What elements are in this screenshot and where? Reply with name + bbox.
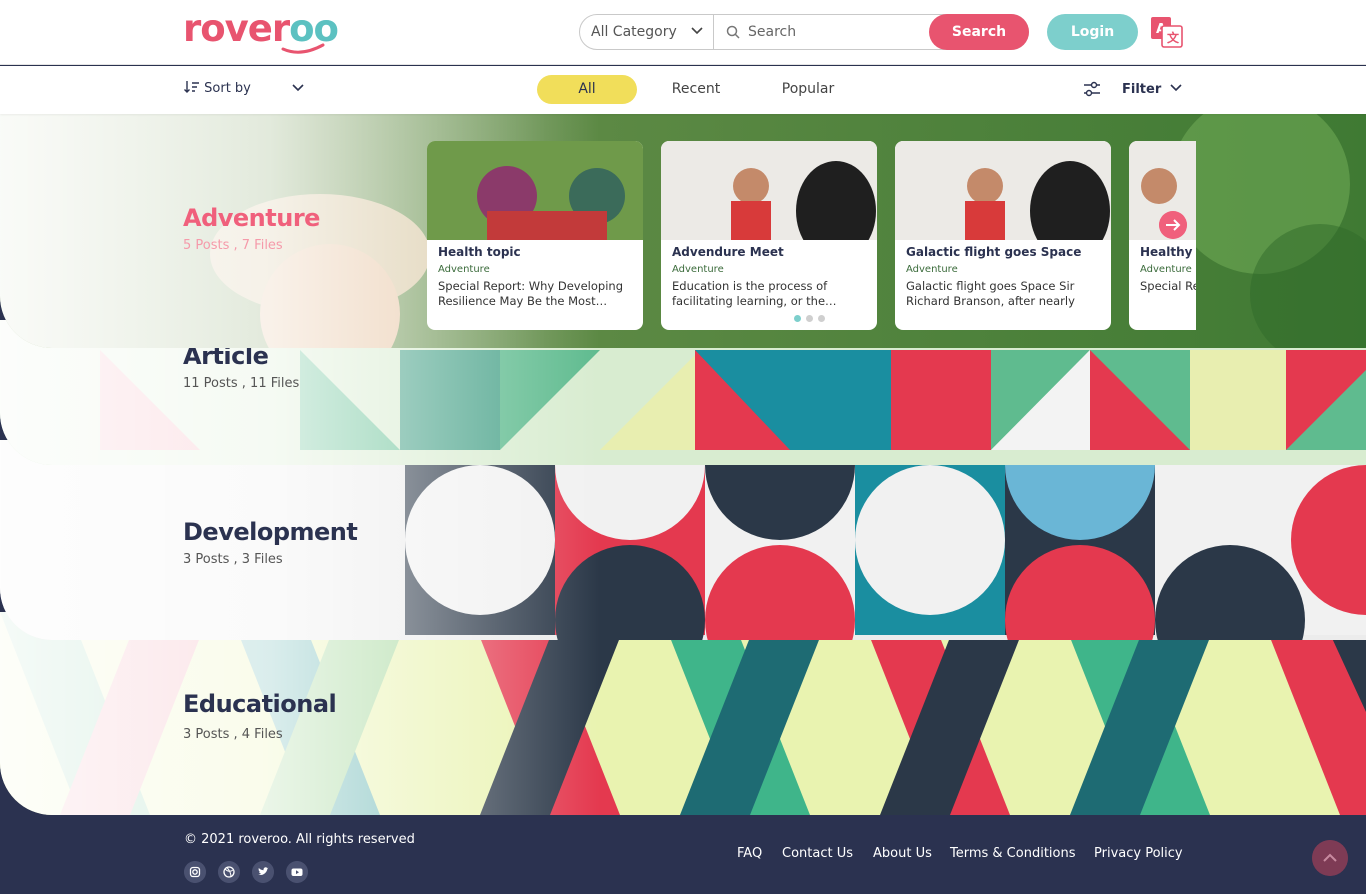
search-button[interactable]: Search bbox=[929, 14, 1029, 50]
roveroo-logo[interactable]: roveroo bbox=[183, 7, 339, 55]
youtube-icon[interactable] bbox=[286, 861, 308, 883]
twitter-icon[interactable] bbox=[252, 861, 274, 883]
sort-icon bbox=[184, 81, 199, 93]
filter-bar: Sort by All Recent Popular Filter bbox=[0, 66, 1366, 114]
filter-sliders-icon[interactable] bbox=[1083, 81, 1101, 97]
post-category-tag: Adventure bbox=[672, 264, 724, 275]
post-thumbnail bbox=[427, 141, 643, 240]
category-development[interactable]: Development 3 Posts , 3 Files bbox=[0, 440, 1366, 640]
chevron-down-icon bbox=[691, 27, 703, 35]
scroll-to-top-icon[interactable] bbox=[1312, 840, 1348, 876]
footer: © 2021 roveroo. All rights reserved FAQ … bbox=[0, 815, 1366, 894]
instagram-icon[interactable] bbox=[184, 861, 206, 883]
category-stats: 11 Posts , 11 Files bbox=[183, 376, 300, 391]
category-title: Adventure bbox=[183, 204, 320, 232]
post-thumbnail bbox=[661, 141, 877, 240]
post-description: Special Report: Resilience bbox=[1140, 279, 1196, 293]
post-card[interactable]: Healthy Life Adventure Special Report: R… bbox=[1129, 141, 1196, 330]
post-category-tag: Adventure bbox=[1140, 264, 1192, 275]
post-description: Galactic flight goes Space Sir Richard B… bbox=[906, 279, 1075, 308]
tab-popular[interactable]: Popular bbox=[768, 75, 848, 104]
category-stats: 3 Posts , 3 Files bbox=[183, 552, 283, 567]
carousel-dot[interactable] bbox=[818, 315, 825, 322]
post-title: Health topic bbox=[438, 245, 521, 259]
post-category-tag: Adventure bbox=[438, 264, 490, 275]
login-button[interactable]: Login bbox=[1047, 14, 1138, 50]
footer-link-contact[interactable]: Contact Us bbox=[782, 846, 853, 861]
footer-link-terms[interactable]: Terms & Conditions bbox=[950, 846, 1076, 861]
category-title: Development bbox=[183, 518, 358, 546]
category-select-label: All Category bbox=[591, 24, 677, 40]
chevron-down-icon bbox=[292, 84, 304, 92]
tab-all[interactable]: All bbox=[537, 75, 637, 104]
copyright-text: © 2021 roveroo. All rights reserved bbox=[184, 832, 415, 847]
post-carousel: Health topic Adventure Special Report: W… bbox=[427, 141, 1196, 331]
category-stats: 5 Posts , 7 Files bbox=[183, 238, 283, 253]
carousel-next-arrow-icon[interactable] bbox=[1159, 211, 1187, 239]
top-header: roveroo All Category Search Login A 文 bbox=[0, 0, 1366, 65]
category-adventure[interactable]: Adventure 5 Posts , 7 Files Health topic… bbox=[0, 114, 1366, 348]
category-title: Educational bbox=[183, 690, 337, 718]
carousel-dot[interactable] bbox=[794, 315, 801, 322]
chevron-down-icon[interactable] bbox=[1170, 84, 1182, 92]
carousel-dot[interactable] bbox=[806, 315, 813, 322]
category-stats: 3 Posts , 4 Files bbox=[183, 727, 283, 742]
category-educational[interactable]: Educational 3 Posts , 4 Files bbox=[0, 612, 1366, 815]
search-input[interactable] bbox=[714, 15, 930, 49]
translate-icon[interactable]: A 文 bbox=[1150, 16, 1184, 48]
logo-smile-icon bbox=[281, 43, 325, 54]
carousel-pagination bbox=[794, 307, 830, 326]
post-thumbnail bbox=[895, 141, 1111, 240]
search-group: All Category Search bbox=[579, 14, 1029, 50]
post-description: Special Report: Why Developing Resilienc… bbox=[438, 279, 623, 308]
category-select[interactable]: All Category bbox=[580, 15, 714, 49]
post-category-tag: Adventure bbox=[906, 264, 958, 275]
footer-link-faq[interactable]: FAQ bbox=[737, 846, 762, 861]
footer-link-privacy[interactable]: Privacy Policy bbox=[1094, 846, 1183, 861]
tab-recent[interactable]: Recent bbox=[656, 75, 736, 104]
post-title: Galactic flight goes Space bbox=[906, 245, 1082, 259]
post-card[interactable]: Advendure Meet Adventure Education is th… bbox=[661, 141, 877, 330]
post-title: Advendure Meet bbox=[672, 245, 784, 259]
filter-label[interactable]: Filter bbox=[1122, 82, 1161, 97]
footer-link-about[interactable]: About Us bbox=[873, 846, 932, 861]
sort-by-label: Sort by bbox=[204, 81, 251, 96]
sort-by-dropdown[interactable]: Sort by bbox=[184, 80, 304, 96]
svg-text:文: 文 bbox=[1167, 30, 1180, 45]
post-card[interactable]: Galactic flight goes Space Adventure Gal… bbox=[895, 141, 1111, 330]
post-card[interactable]: Health topic Adventure Special Report: W… bbox=[427, 141, 643, 330]
dribbble-icon[interactable] bbox=[218, 861, 240, 883]
post-description: Education is the process of facilitating… bbox=[672, 279, 837, 308]
post-title: Healthy Life bbox=[1140, 245, 1196, 259]
